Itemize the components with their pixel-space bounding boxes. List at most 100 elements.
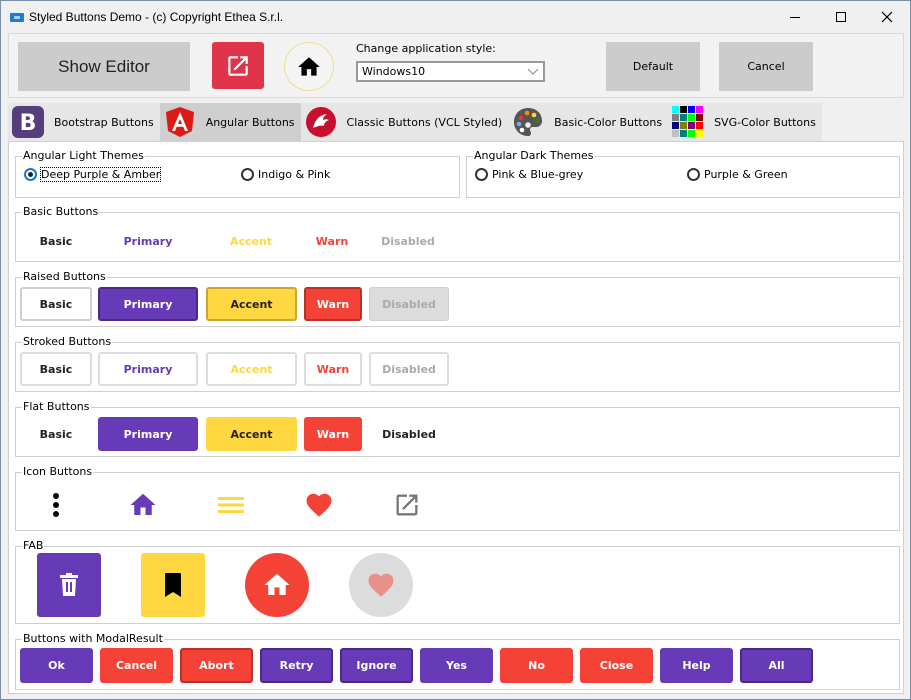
tab-bootstrap-buttons[interactable]: B Bootstrap Buttons (8, 103, 160, 141)
group-title: Basic Buttons (23, 205, 99, 218)
radio-purple-green[interactable]: Purple & Green (687, 168, 788, 181)
radio-indigo-pink[interactable]: Indigo & Pink (241, 168, 330, 181)
radio-label: Indigo & Pink (258, 168, 331, 181)
title-bar: Styled Buttons Demo - (c) Copyright Ethe… (1, 1, 910, 33)
default-button[interactable]: Default (606, 42, 700, 91)
light-themes-group: Angular Light Themes Deep Purple & Amber… (15, 150, 460, 198)
close-modal-button[interactable]: Close (580, 648, 653, 683)
group-title: Angular Dark Themes (474, 149, 594, 162)
more-vert-icon (53, 493, 59, 517)
maximize-icon (836, 12, 846, 22)
dark-themes-group: Angular Dark Themes Pink & Blue-grey Pur… (466, 150, 900, 198)
home-icon-button[interactable] (123, 485, 163, 525)
flat-basic-button[interactable]: Basic (20, 417, 92, 451)
raised-basic-button[interactable]: Basic (20, 287, 92, 321)
stroked-basic-button[interactable]: Basic (20, 352, 92, 386)
ok-button[interactable]: Ok (20, 648, 93, 683)
svg-text:B: B (20, 111, 37, 136)
radio-pink-blue-grey[interactable]: Pink & Blue-grey (475, 168, 583, 181)
raised-buttons-group: Raised Buttons Basic Primary Accent Warn… (15, 271, 900, 327)
ignore-button[interactable]: Ignore (340, 648, 413, 683)
open-in-new-icon (396, 494, 418, 516)
help-button[interactable]: Help (660, 648, 733, 683)
yes-button[interactable]: Yes (420, 648, 493, 683)
fab-group: FAB (15, 540, 900, 624)
basic-disabled-button: Disabled (381, 234, 435, 248)
flat-warn-button[interactable]: Warn (304, 417, 362, 451)
raised-accent-button[interactable]: Accent (206, 287, 297, 321)
favorite-button[interactable] (299, 485, 339, 525)
fab-home-button[interactable] (245, 553, 309, 617)
external-link-button[interactable] (212, 42, 264, 89)
raised-primary-button[interactable]: Primary (98, 287, 198, 321)
group-title: Stroked Buttons (23, 335, 112, 348)
abort-button[interactable]: Abort (180, 648, 253, 683)
icon-buttons-group: Icon Buttons (15, 466, 900, 531)
raised-warn-button[interactable]: Warn (304, 287, 362, 321)
stroked-accent-button[interactable]: Accent (206, 352, 297, 386)
open-in-new-button[interactable] (387, 485, 427, 525)
tab-label: SVG-Color Buttons (714, 115, 816, 129)
modal-result-group: Buttons with ModalResult Ok Cancel Abort… (15, 633, 900, 690)
home-button[interactable] (284, 42, 334, 91)
bookmark-icon (165, 573, 181, 597)
basic-warn-button[interactable]: Warn (304, 224, 360, 258)
angular-buttons-panel: Angular Light Themes Deep Purple & Amber… (8, 141, 904, 694)
tab-label: Angular Buttons (205, 115, 295, 129)
radio-label: Deep Purple & Amber (39, 167, 162, 182)
tab-label: Bootstrap Buttons (54, 115, 154, 129)
tab-classic-buttons[interactable]: Classic Buttons (VCL Styled) (300, 103, 509, 141)
tab-basic-color-buttons[interactable]: Basic-Color Buttons (508, 103, 669, 141)
modal-cancel-button[interactable]: Cancel (100, 648, 173, 683)
trash-icon (60, 573, 78, 596)
home-icon (298, 56, 320, 76)
close-icon (881, 11, 893, 23)
group-title: Raised Buttons (23, 270, 106, 283)
stroked-primary-button[interactable]: Primary (98, 352, 198, 386)
flat-primary-button[interactable]: Primary (98, 417, 198, 451)
fab-bookmark-button[interactable] (141, 553, 205, 617)
radio-circle (241, 168, 254, 181)
basic-buttons-group: Basic Buttons Basic Primary Accent Warn … (15, 206, 900, 262)
raised-disabled-button: Disabled (369, 287, 449, 321)
heart-icon (368, 573, 394, 597)
radio-label: Purple & Green (704, 168, 788, 181)
show-editor-button[interactable]: Show Editor (18, 42, 190, 91)
menu-icon (218, 497, 244, 513)
group-title: Flat Buttons (23, 400, 90, 413)
fab-delete-button[interactable] (37, 553, 101, 617)
stroked-warn-button[interactable]: Warn (304, 352, 362, 386)
angular-icon (164, 106, 196, 138)
group-title: Icon Buttons (23, 465, 93, 478)
retry-button[interactable]: Retry (260, 648, 333, 683)
tab-svg-color-buttons[interactable]: SVG-Color Buttons (668, 103, 822, 141)
style-select[interactable]: Windows10 (356, 61, 545, 82)
home-icon (264, 573, 290, 595)
minimize-button[interactable] (772, 1, 818, 33)
all-button[interactable]: All (740, 648, 813, 683)
radio-deep-purple-amber[interactable]: Deep Purple & Amber (24, 167, 162, 182)
app-window: Styled Buttons Demo - (c) Copyright Ethe… (0, 0, 911, 700)
app-icon (10, 13, 24, 22)
fab-favorite-disabled-button (349, 553, 413, 617)
heart-icon (306, 493, 332, 517)
window-title: Styled Buttons Demo - (c) Copyright Ethe… (29, 10, 284, 24)
menu-button[interactable] (211, 485, 251, 525)
basic-basic-button[interactable]: Basic (20, 224, 92, 258)
radio-circle (475, 168, 488, 181)
basic-accent-button[interactable]: Accent (206, 224, 296, 258)
more-vert-button[interactable] (36, 485, 76, 525)
cancel-button[interactable]: Cancel (719, 42, 813, 91)
stroked-disabled-button: Disabled (369, 352, 449, 386)
no-button[interactable]: No (500, 648, 573, 683)
flat-accent-button[interactable]: Accent (206, 417, 297, 451)
style-label: Change application style: (356, 42, 496, 55)
palette-icon (512, 106, 544, 138)
basic-primary-button[interactable]: Primary (98, 224, 198, 258)
tab-bar: B Bootstrap Buttons Angular Buttons Clas… (8, 103, 822, 141)
group-title: Angular Light Themes (23, 149, 144, 162)
style-select-value: Windows10 (362, 65, 426, 78)
tab-angular-buttons[interactable]: Angular Buttons (159, 103, 301, 141)
close-button[interactable] (864, 1, 910, 33)
maximize-button[interactable] (818, 1, 864, 33)
